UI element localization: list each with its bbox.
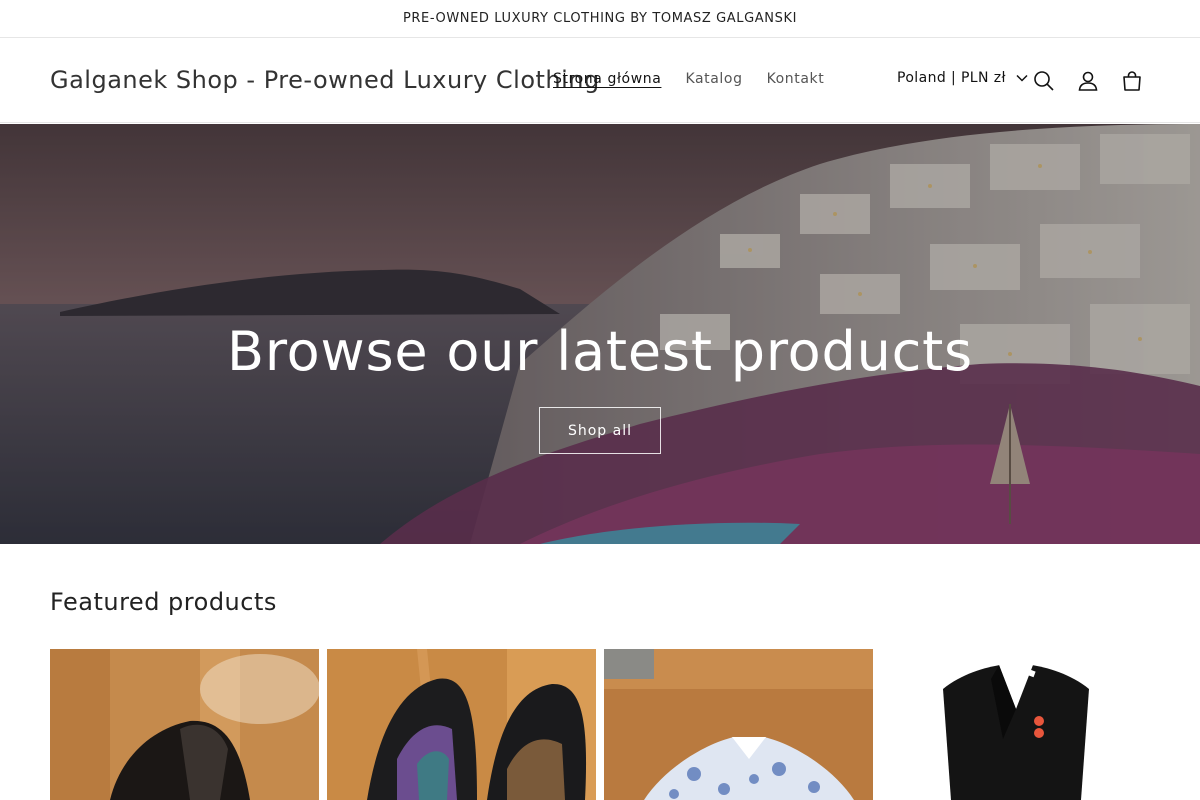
product-card[interactable] — [327, 649, 596, 800]
featured-products-heading: Featured products — [50, 588, 277, 616]
product-card[interactable] — [881, 649, 1150, 800]
sneakers-photo — [327, 649, 596, 800]
store-logo[interactable]: Galganek Shop - Pre-owned Luxury Clothin… — [50, 66, 600, 94]
product-card[interactable] — [604, 649, 873, 800]
nav-item-home[interactable]: Strona główna — [553, 71, 661, 87]
nav-item-contact[interactable]: Kontakt — [767, 71, 825, 87]
cart-icon — [1123, 71, 1141, 91]
hero-banner: Browse our latest products Shop all — [0, 124, 1200, 544]
product-card[interactable] — [50, 649, 319, 800]
black-blazer-photo — [881, 649, 1150, 800]
shop-all-button[interactable]: Shop all — [539, 407, 661, 454]
cart-button[interactable] — [1110, 59, 1154, 103]
account-button[interactable] — [1066, 59, 1110, 103]
announcement-bar: PRE-OWNED LUXURY CLOTHING BY TOMASZ GALG… — [0, 0, 1200, 38]
announcement-text: PRE-OWNED LUXURY CLOTHING BY TOMASZ GALG… — [402, 11, 798, 26]
country-currency-label: Poland | PLN zł — [897, 70, 1006, 86]
search-icon — [1034, 71, 1054, 91]
nav-item-catalog[interactable]: Katalog — [685, 71, 742, 87]
site-header: Galganek Shop - Pre-owned Luxury Clothin… — [0, 38, 1200, 123]
main-nav: Strona główna Katalog Kontakt — [553, 71, 848, 87]
country-currency-selector[interactable]: Poland | PLN zł — [897, 70, 1028, 86]
account-icon — [1078, 71, 1098, 91]
hero-title: Browse our latest products — [226, 320, 973, 383]
leather-jacket-photo — [50, 649, 319, 800]
search-button[interactable] — [1022, 59, 1066, 103]
patterned-shirt-photo — [604, 649, 873, 800]
featured-products-grid — [50, 649, 1150, 800]
